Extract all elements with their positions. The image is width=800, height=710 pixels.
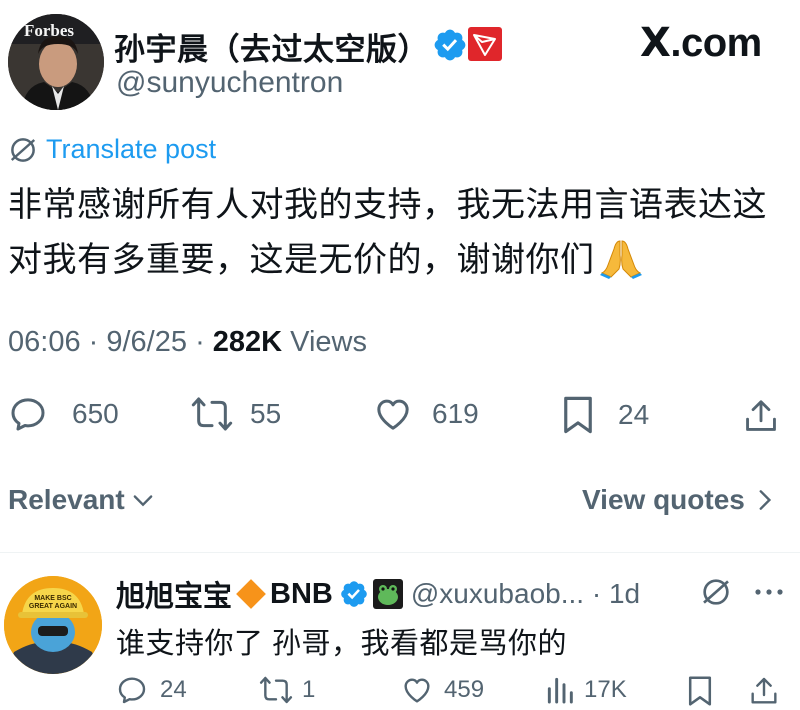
reply-time-separator: · (584, 578, 609, 609)
repost-button[interactable]: 55 (190, 394, 281, 434)
bookmark-icon (688, 676, 712, 706)
reply-author-handle[interactable]: @xuxubaob... (411, 578, 584, 610)
avatar-cap-text-1: MAKE BSC (34, 595, 71, 602)
reply-views-button[interactable]: 17K (544, 674, 627, 706)
reply-translate-button[interactable] (700, 576, 732, 608)
reply-repost-button[interactable]: 1 (258, 674, 315, 706)
bnb-diamond-icon (236, 579, 266, 609)
globe-icon (703, 579, 729, 605)
bookmark-icon (564, 396, 592, 434)
like-count: 619 (432, 398, 479, 429)
author-avatar-image: Forbes (8, 14, 104, 110)
share-icon (746, 400, 776, 431)
repost-icon (259, 676, 293, 704)
author-handle[interactable]: @sunyuchentron (116, 66, 343, 100)
heart-icon (404, 678, 430, 703)
post-date[interactable]: 9/6/25 (106, 326, 187, 358)
bookmark-button[interactable]: 24 (560, 394, 649, 436)
post-text-line-1: 非常感谢所有人对我的支持，我无法用言语表达这 (8, 186, 767, 224)
translate-post-link[interactable]: Translate post (8, 134, 216, 165)
reply-text: 谁支持你了 孙哥，我看都是骂你的 (116, 628, 568, 660)
chevron-down-icon (133, 495, 153, 507)
pray-emoji-icon (599, 235, 643, 279)
reply-like-button[interactable]: 459 (400, 674, 484, 706)
reply-count: 650 (72, 398, 119, 429)
reply-time[interactable]: 1d (609, 578, 640, 610)
reply-bookmark-button[interactable] (686, 674, 714, 708)
sort-relevant-dropdown[interactable]: Relevant (8, 484, 157, 516)
avatar-caption: Forbes (24, 21, 74, 40)
view-quotes-label: View quotes (582, 484, 745, 515)
reply-reply-button[interactable]: 24 (116, 674, 187, 706)
more-dots-icon (755, 589, 783, 595)
reply-share-button[interactable] (748, 674, 780, 708)
author-name[interactable]: 孙宇晨（去过太空版） (114, 24, 429, 69)
chevron-right-icon (759, 490, 771, 510)
globe-icon (10, 137, 36, 162)
reply-button[interactable]: 650 (8, 394, 119, 434)
frog-badge-icon (372, 579, 403, 609)
reply-views-count: 17K (584, 676, 627, 703)
reply-author-name-suffix[interactable]: BNB (270, 578, 333, 611)
views-count: 282K (212, 326, 283, 358)
reply-like-count: 459 (444, 676, 485, 703)
reply-author-avatar[interactable]: MAKE BSC GREAT AGAIN (4, 576, 102, 674)
verified-badge-icon (432, 27, 468, 63)
post-meta: 06:06 · 9/6/25 · 282K Views (8, 326, 367, 359)
view-quotes-link[interactable]: View quotes (582, 484, 777, 516)
repost-count: 55 (250, 398, 282, 429)
reply-icon (11, 398, 45, 431)
meta-separator: · (195, 326, 213, 358)
author-avatar[interactable]: Forbes (8, 14, 104, 110)
repost-icon (191, 397, 233, 431)
more-options-button[interactable] (752, 580, 786, 604)
bookmark-count: 24 (618, 399, 650, 430)
post-text-line-2: 对我有多重要，这是无价的，谢谢你们 (8, 241, 595, 279)
views-label: Views (290, 326, 368, 358)
translate-post-label: Translate post (46, 134, 217, 164)
site-logo: X.com (640, 20, 762, 66)
tron-badge-icon (468, 27, 502, 61)
reply-header: 旭旭宝宝 BNB @xuxubaob... · 1d (116, 574, 640, 614)
reply-author-name[interactable]: 旭旭宝宝 (116, 573, 232, 615)
meta-separator: · (88, 326, 107, 358)
heart-icon (377, 399, 409, 430)
share-icon (751, 677, 777, 704)
avatar-cap-text-2: GREAT AGAIN (29, 603, 77, 610)
site-logo-domain: .com (670, 21, 762, 65)
reply-avatar-image: MAKE BSC GREAT AGAIN (4, 576, 102, 674)
post-text: 非常感谢所有人对我的支持，我无法用言语表达这 对我有多重要，这是无价的，谢谢你们 (8, 178, 798, 288)
reply-reply-count: 24 (160, 676, 187, 703)
post-time[interactable]: 06:06 (8, 326, 81, 358)
views-bar-chart-icon (547, 677, 573, 704)
x-logo-icon: X (640, 20, 671, 66)
reply-repost-count: 1 (302, 676, 316, 703)
reply-icon (118, 677, 146, 704)
share-button[interactable] (742, 396, 780, 436)
sort-relevant-label: Relevant (8, 484, 125, 515)
verified-badge-icon (341, 581, 367, 607)
like-button[interactable]: 619 (372, 394, 479, 434)
divider (0, 552, 800, 553)
